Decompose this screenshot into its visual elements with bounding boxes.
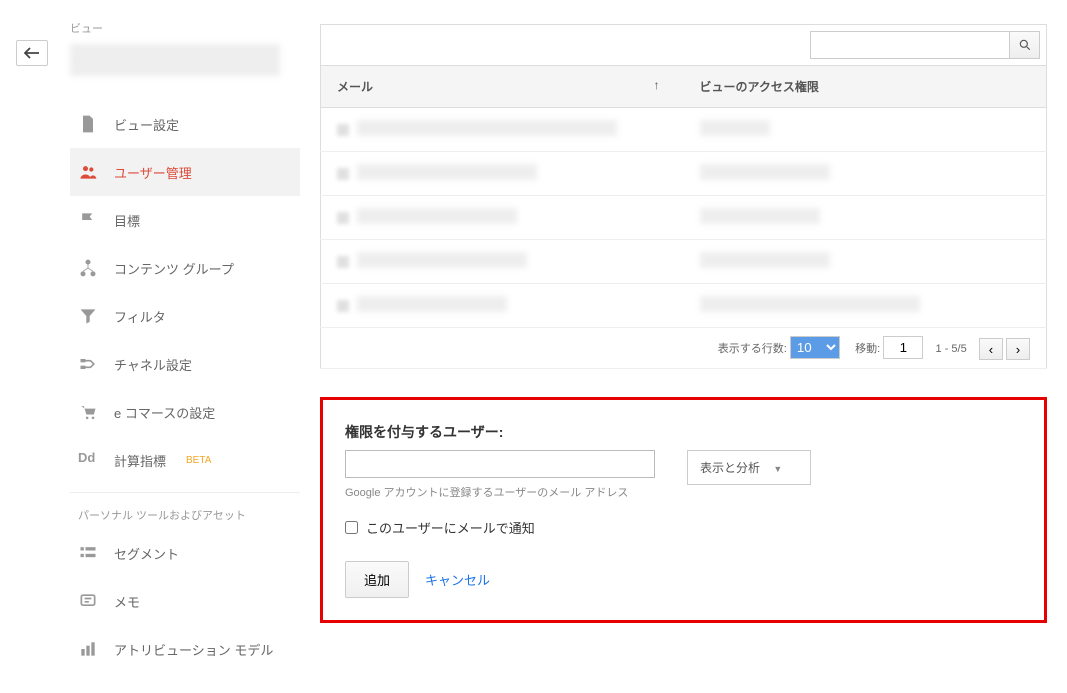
table-row[interactable]	[321, 152, 1047, 196]
sidebar-item-annotations[interactable]: メモ	[70, 577, 300, 625]
bars-icon	[78, 639, 98, 659]
add-button[interactable]: 追加	[345, 561, 409, 598]
add-user-panel: 権限を付与するユーザー: Google アカウントに登録するユーザーのメール ア…	[320, 397, 1047, 623]
sidebar-item-view-settings[interactable]: ビュー設定	[70, 100, 300, 148]
sidebar-item-label: コンテンツ グループ	[114, 259, 234, 278]
channel-icon	[78, 354, 98, 374]
sidebar-item-label: ビュー設定	[114, 115, 179, 134]
goto-label: 移動:	[855, 343, 880, 355]
document-icon	[78, 114, 98, 134]
column-access[interactable]: ビューのアクセス権限	[684, 66, 1047, 108]
sidebar-item-label: セグメント	[114, 544, 179, 563]
table-row[interactable]	[321, 284, 1047, 328]
rows-per-page-label: 表示する行数:	[718, 343, 787, 355]
user-email-input[interactable]	[345, 450, 655, 478]
email-hint: Google アカウントに登録するユーザーのメール アドレス	[345, 484, 655, 500]
main-content: メール ↑ ビューのアクセス権限 表示する行数: 10 移動:	[300, 0, 1067, 693]
back-arrow-icon	[24, 47, 40, 59]
view-name-redacted	[70, 44, 280, 76]
table-row[interactable]	[321, 196, 1047, 240]
dd-icon: Dd	[78, 450, 98, 470]
sidebar-item-label: 計算指標	[114, 451, 166, 470]
flag-icon	[78, 210, 98, 230]
cancel-link[interactable]: キャンセル	[425, 570, 490, 589]
column-email[interactable]: メール ↑	[321, 66, 684, 108]
sidebar-item-filters[interactable]: フィルタ	[70, 292, 300, 340]
page-range: 1 - 5/5	[936, 343, 967, 355]
sidebar-item-segments[interactable]: セグメント	[70, 529, 300, 577]
table-row[interactable]	[321, 240, 1047, 284]
sidebar-item-label: チャネル設定	[114, 355, 192, 374]
column-label: ビューのアクセス権限	[700, 80, 819, 94]
next-page-button[interactable]: ›	[1006, 338, 1030, 360]
search-button[interactable]	[1010, 31, 1040, 59]
funnel-icon	[78, 306, 98, 326]
notify-label: このユーザーにメールで通知	[366, 518, 535, 537]
sidebar-item-label: フィルタ	[114, 307, 166, 326]
sidebar-item-user-management[interactable]: ユーザー管理	[70, 148, 300, 196]
add-user-title: 権限を付与するユーザー:	[345, 422, 1022, 442]
notify-user-checkbox[interactable]	[345, 521, 358, 534]
sidebar-item-attribution-models[interactable]: アトリビューション モデル	[70, 625, 300, 673]
sort-ascending-icon: ↑	[654, 78, 660, 92]
search-input[interactable]	[810, 31, 1010, 59]
back-button[interactable]	[16, 40, 48, 66]
sidebar-item-label: 目標	[114, 211, 140, 230]
goto-page-input[interactable]	[883, 336, 923, 359]
table-pager: 表示する行数: 10 移動: 1 - 5/5 ‹ ›	[321, 328, 1047, 369]
users-icon	[78, 162, 98, 182]
permission-select[interactable]: 表示と分析 ▼	[687, 450, 811, 485]
view-heading: ビュー	[70, 20, 300, 36]
search-icon	[1018, 38, 1032, 52]
sidebar-item-content-grouping[interactable]: コンテンツ グループ	[70, 244, 300, 292]
users-table: メール ↑ ビューのアクセス権限 表示する行数: 10 移動:	[320, 65, 1047, 369]
sidebar-item-label: ユーザー管理	[114, 163, 192, 182]
table-row[interactable]	[321, 108, 1047, 152]
beta-badge: BETA	[186, 455, 211, 466]
sidebar-item-ecommerce-settings[interactable]: e コマースの設定	[70, 388, 300, 436]
rows-per-page-select[interactable]: 10	[790, 336, 840, 359]
sidebar: ビュー ビュー設定 ユーザー管理 目標 コンテンツ グループ フィルタ チャネル…	[0, 0, 300, 693]
permission-select-label: 表示と分析	[700, 461, 760, 475]
sidebar-item-goals[interactable]: 目標	[70, 196, 300, 244]
sidebar-item-channel-settings[interactable]: チャネル設定	[70, 340, 300, 388]
search-bar	[320, 24, 1047, 65]
personal-tools-header: パーソナル ツールおよびアセット	[70, 492, 300, 529]
sidebar-item-calculated-metrics[interactable]: Dd 計算指標 BETA	[70, 436, 300, 484]
hierarchy-icon	[78, 258, 98, 278]
column-label: メール	[337, 80, 373, 94]
sidebar-item-label: メモ	[114, 592, 140, 611]
prev-page-button[interactable]: ‹	[979, 338, 1003, 360]
segment-icon	[78, 543, 98, 563]
memo-icon	[78, 591, 98, 611]
sidebar-item-label: e コマースの設定	[114, 403, 215, 422]
chevron-down-icon: ▼	[773, 464, 782, 474]
cart-icon	[78, 402, 98, 422]
sidebar-item-label: アトリビューション モデル	[114, 640, 273, 659]
